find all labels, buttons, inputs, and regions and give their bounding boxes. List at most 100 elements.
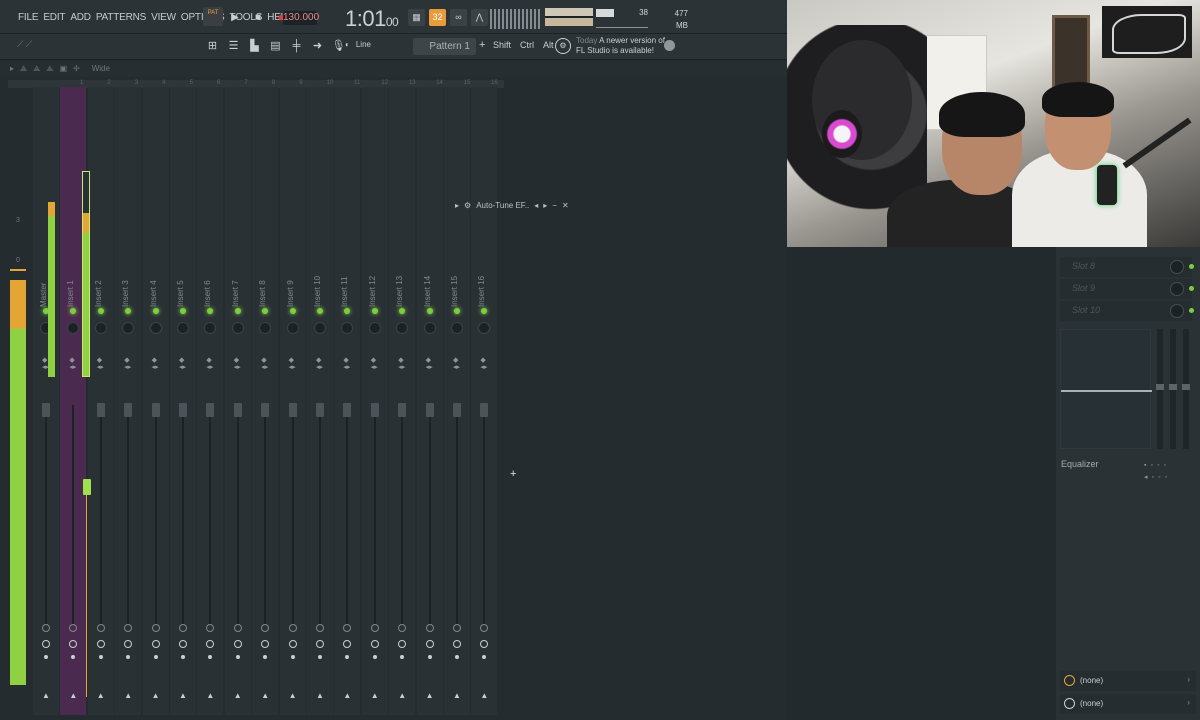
mixer-track[interactable]: Insert 12 ◆ ◂▸ ▲ — [361, 87, 388, 715]
stereo-separation-icon[interactable]: ◆ ◂▸ — [69, 357, 76, 371]
record-arm-icon[interactable] — [480, 640, 489, 648]
news-icon[interactable]: ⚙ — [555, 38, 571, 54]
route-icon[interactable] — [343, 624, 352, 632]
menu-file[interactable]: FILE — [18, 12, 39, 23]
slot-enable-led[interactable] — [1189, 286, 1194, 291]
volume-fader[interactable] — [288, 403, 297, 417]
send-arrow-icon[interactable]: ▲ — [42, 691, 50, 700]
chevron-right-icon[interactable]: ▸ — [455, 201, 459, 210]
track-enable-led[interactable] — [426, 308, 433, 314]
mixer-track[interactable]: Insert 11 ◆ ◂▸ ▲ — [334, 87, 361, 715]
loop-record-icon[interactable]: ∞ — [450, 9, 467, 26]
mixer-track[interactable]: Insert 7 ◆ ◂▸ ▲ — [224, 87, 251, 715]
send-arrow-icon[interactable]: ▲ — [343, 691, 351, 700]
eq-band-slider[interactable] — [1169, 329, 1177, 449]
track-enable-led[interactable] — [70, 308, 77, 314]
stereo-separation-icon[interactable]: ◆ ◂▸ — [261, 357, 268, 371]
pan-knob[interactable] — [314, 322, 326, 334]
mixer-track[interactable]: Insert 4 ◆ ◂▸ ▲ — [142, 87, 169, 715]
pan-knob[interactable] — [231, 322, 244, 334]
pan-knob[interactable] — [259, 322, 272, 334]
track-enable-led[interactable] — [454, 308, 460, 314]
stereo-separation-icon[interactable]: ◆ ◂▸ — [152, 357, 159, 371]
stereo-separation-icon[interactable]: ◆ ◂▸ — [179, 357, 186, 371]
send-dot[interactable] — [263, 655, 268, 659]
effect-slot[interactable]: Slot 10 — [1060, 301, 1194, 321]
arrow-icon[interactable]: ➜ — [309, 38, 326, 55]
pan-knob[interactable] — [286, 322, 299, 334]
send-dot[interactable] — [71, 655, 76, 659]
menu-patterns[interactable]: PATTERNS — [96, 12, 146, 23]
stereo-separation-icon[interactable]: ◆ ◂▸ — [453, 357, 460, 371]
volume-fader[interactable] — [453, 403, 461, 417]
track-enable-led[interactable] — [289, 308, 296, 314]
route-icon[interactable] — [233, 624, 242, 632]
slot-mix-knob[interactable] — [1170, 304, 1184, 318]
pan-knob[interactable] — [423, 322, 436, 334]
menu-edit[interactable]: EDIT — [43, 12, 65, 23]
route-icon[interactable] — [42, 624, 50, 632]
route-icon[interactable] — [69, 624, 78, 632]
mixer-tool-icon[interactable]: ▣ — [59, 64, 67, 74]
volume-fader[interactable] — [316, 403, 324, 417]
track-enable-led[interactable] — [180, 308, 186, 314]
add-pattern-icon[interactable]: + — [479, 39, 485, 51]
pan-knob[interactable] — [94, 322, 107, 334]
mixer-tool-icon[interactable]: ✢ — [73, 64, 80, 74]
play-icon[interactable]: ▶ — [228, 10, 242, 24]
route-icon[interactable] — [96, 624, 105, 632]
mixer-track[interactable]: Insert 16 ◆ ◂▸ ▲ — [471, 87, 498, 715]
track-enable-led[interactable] — [207, 308, 214, 314]
alt-key[interactable]: Alt — [543, 40, 554, 50]
volume-fader[interactable] — [343, 403, 352, 417]
snap-selector[interactable]: ◐ Line — [345, 40, 371, 49]
stop-icon[interactable]: ■ — [251, 10, 265, 24]
plugin-window-titlebar[interactable]: ▸ ⚙ Auto-Tune EF.. ◂ ▸ − ✕ — [451, 197, 577, 213]
input-routing[interactable]: (none) › — [1060, 671, 1196, 691]
mixer-tool-icon[interactable]: ⟁ — [46, 64, 53, 74]
browser-icon[interactable]: ⊞ — [204, 38, 221, 55]
mixer-track[interactable]: Insert 13 ◆ ◂▸ ▲ — [389, 87, 416, 715]
send-arrow-icon[interactable]: ▲ — [234, 691, 242, 700]
shift-key[interactable]: Shift — [493, 40, 511, 50]
track-enable-led[interactable] — [481, 308, 488, 314]
stereo-separation-icon[interactable]: ◆ ◂▸ — [398, 357, 405, 371]
record-arm-icon[interactable] — [233, 640, 242, 648]
pan-knob[interactable] — [177, 322, 189, 334]
route-icon[interactable] — [288, 624, 297, 632]
pan-knob[interactable] — [478, 322, 491, 334]
volume-fader[interactable] — [233, 403, 242, 417]
send-dot[interactable] — [400, 655, 405, 659]
online-icon[interactable] — [664, 40, 675, 51]
volume-fader[interactable] — [206, 403, 215, 417]
effect-slot[interactable]: Slot 8 — [1060, 257, 1194, 277]
mixer-track[interactable]: Insert 9 ◆ ◂▸ ▲ — [279, 87, 306, 715]
send-dot[interactable] — [455, 655, 459, 659]
next-preset-icon[interactable]: ▸ — [543, 201, 547, 210]
route-icon[interactable] — [480, 624, 489, 632]
mixer-track[interactable]: Insert 3 ◆ ◂▸ ▲ — [115, 87, 142, 715]
route-icon[interactable] — [179, 624, 187, 632]
send-dot[interactable] — [345, 655, 350, 659]
mixer-tool-icon[interactable]: ⟁ — [20, 64, 27, 74]
send-dot[interactable] — [235, 655, 240, 659]
stereo-separation-icon[interactable]: ◆ ◂▸ — [343, 357, 350, 371]
slot-mix-knob[interactable] — [1170, 260, 1184, 274]
send-dot[interactable] — [44, 655, 48, 659]
record-arm-icon[interactable] — [96, 640, 105, 648]
gear-icon[interactable]: ⚙ — [464, 201, 471, 210]
mixer-track[interactable]: Insert 2 ◆ ◂▸ ▲ — [87, 87, 114, 715]
stereo-separation-icon[interactable]: ◆ ◂▸ — [97, 357, 104, 371]
slot-enable-led[interactable] — [1189, 308, 1194, 313]
stereo-separation-icon[interactable]: ◆ ◂▸ — [480, 357, 487, 371]
route-icon[interactable] — [453, 624, 461, 632]
send-arrow-icon[interactable]: ▲ — [124, 691, 132, 700]
metronome-icon[interactable]: ⋀ — [471, 9, 488, 26]
slot-mix-knob[interactable] — [1170, 282, 1184, 296]
mixer-track[interactable]: Insert 6 ◆ ◂▸ ▲ — [197, 87, 224, 715]
send-arrow-icon[interactable]: ▲ — [316, 691, 324, 700]
track-enable-led[interactable] — [399, 308, 406, 314]
send-dot[interactable] — [427, 655, 432, 659]
insert-1-volume-fader[interactable] — [83, 479, 91, 495]
record-arm-icon[interactable] — [288, 640, 297, 648]
